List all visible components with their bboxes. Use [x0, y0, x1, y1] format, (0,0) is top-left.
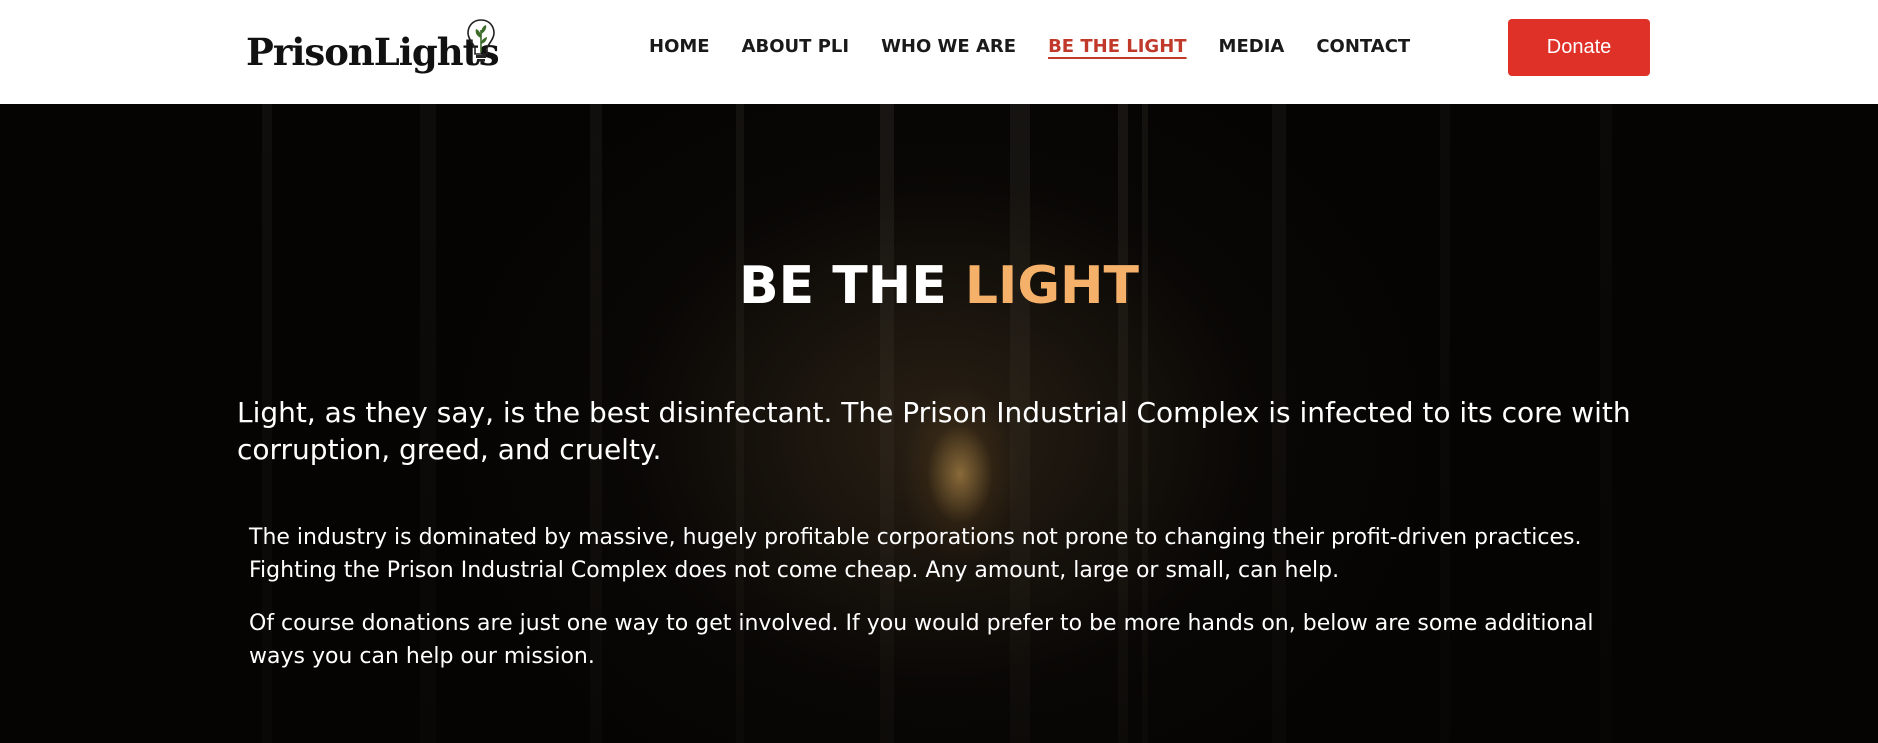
logo-text: PrisonLights — [246, 30, 500, 74]
hero-lead: Light, as they say, is the best disinfec… — [237, 396, 1631, 466]
main-nav: HOME ABOUT PLI WHO WE ARE BE THE LIGHT M… — [649, 34, 1410, 60]
nav-media[interactable]: MEDIA — [1219, 34, 1285, 60]
nav-who-we-are[interactable]: WHO WE ARE — [881, 34, 1016, 60]
hero-title-accent: LIGHT — [964, 256, 1140, 316]
nav-about-pli[interactable]: ABOUT PLI — [742, 34, 849, 60]
hero-paragraph: The industry is dominated by massive, hu… — [249, 525, 1582, 583]
hero-section: BE THE LIGHT Light, as they say, is the … — [0, 104, 1878, 743]
donate-button[interactable]: Donate — [1508, 19, 1650, 76]
nav-contact[interactable]: CONTACT — [1316, 34, 1410, 60]
hero-title-part1: BE THE — [738, 256, 965, 316]
hero-paragraph: Of course donations are just one way to … — [249, 611, 1594, 669]
site-logo[interactable]: PrisonLights — [246, 18, 500, 80]
nav-home[interactable]: HOME — [649, 34, 710, 60]
site-header: PrisonLights HOME ABOUT PLI WHO WE ARE B… — [0, 0, 1878, 104]
hero-title: BE THE LIGHT — [0, 254, 1878, 318]
lightbulb-sprout-icon — [467, 19, 495, 62]
nav-be-the-light[interactable]: BE THE LIGHT — [1048, 34, 1186, 60]
